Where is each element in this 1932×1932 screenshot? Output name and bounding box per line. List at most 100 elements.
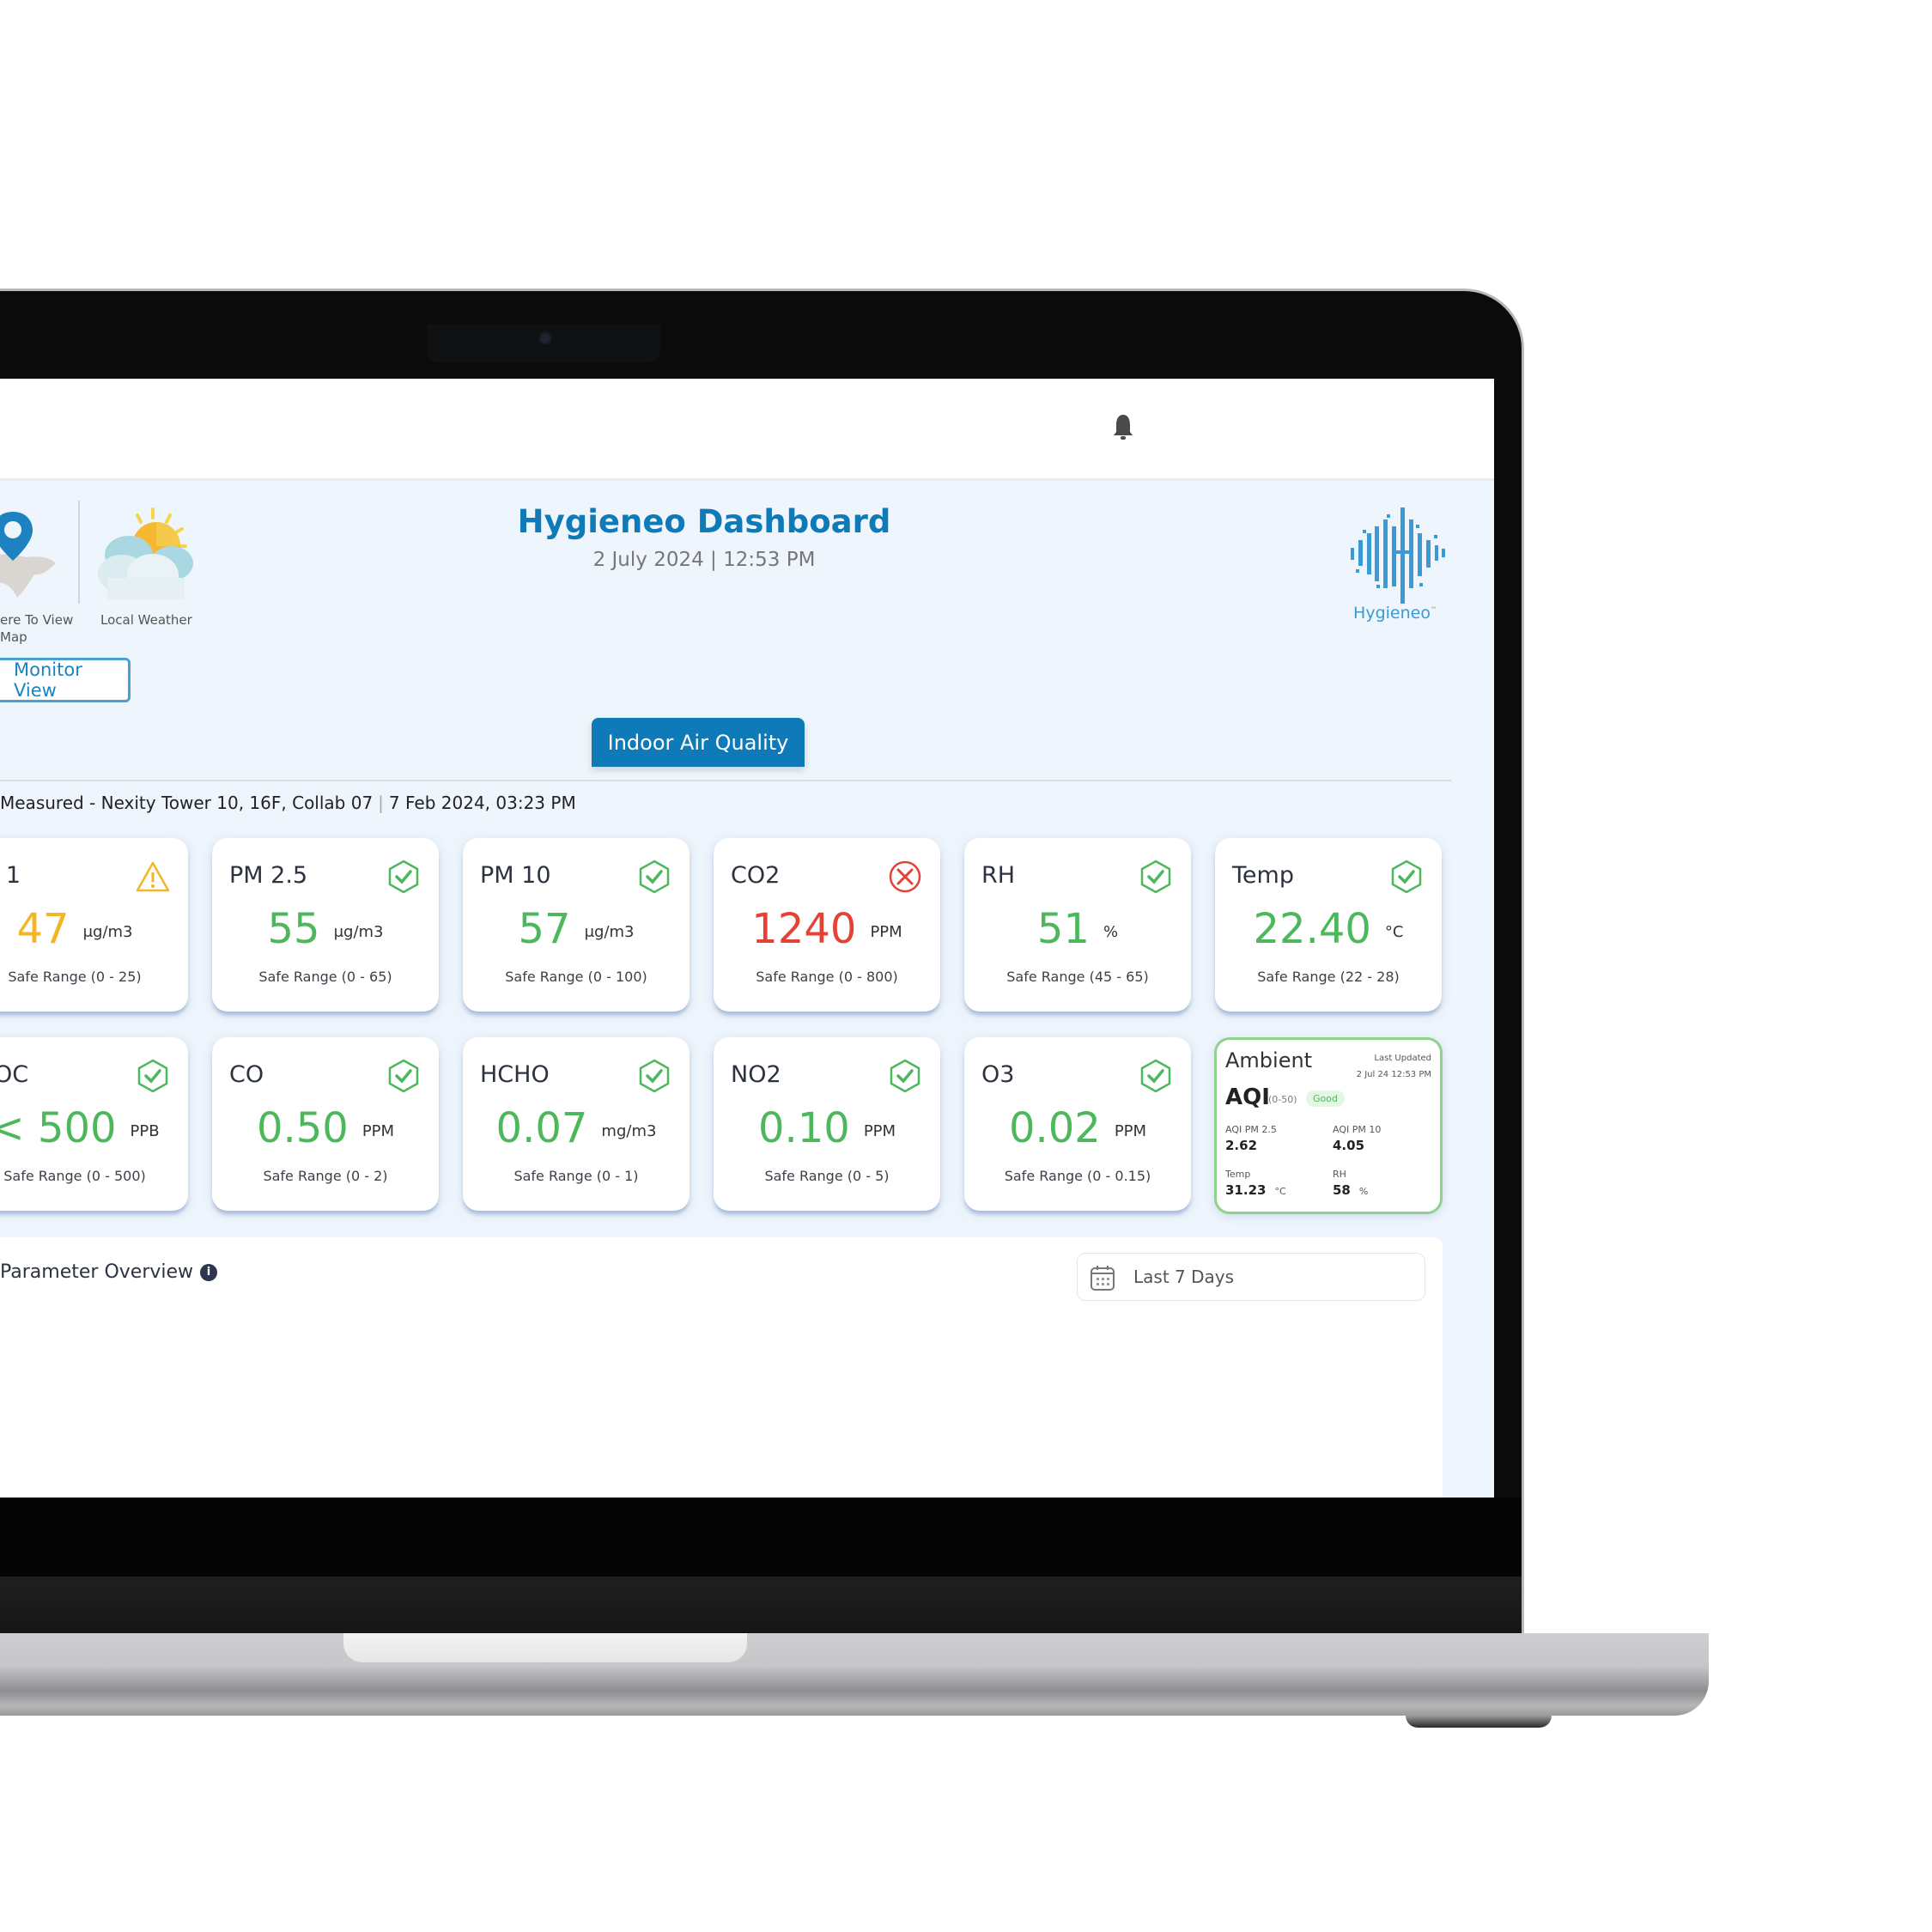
error-circle-icon <box>887 859 923 895</box>
check-shield-icon <box>636 859 672 895</box>
safe-range: Safe Range (0 - 65) <box>258 969 392 985</box>
metric-value: 0.02 PPM <box>1008 1104 1147 1152</box>
metric-unit: μg/m3 <box>333 922 384 941</box>
metric-card[interactable]: NO2 0.10 PPM Safe Range (0 - 5) <box>714 1037 940 1211</box>
metric-value: 22.40 °C <box>1253 905 1404 953</box>
date-range-selector[interactable]: Last 7 Days <box>1077 1253 1425 1301</box>
bell-icon[interactable] <box>1112 413 1134 442</box>
aqi-pm25-value: 2.62 <box>1225 1138 1258 1153</box>
safe-range: Safe Range (0 - 500) <box>3 1168 146 1184</box>
metric-name: CO <box>229 1061 264 1088</box>
metric-value: 47 μg/m3 <box>16 905 133 953</box>
metric-card[interactable]: Temp 22.40 °C Safe Range (22 - 28) <box>1215 838 1442 1012</box>
metric-unit: μg/m3 <box>584 922 635 941</box>
metric-value: < 500 PPB <box>0 1104 160 1152</box>
metric-unit: PPM <box>863 1121 896 1140</box>
info-icon[interactable]: i <box>200 1264 218 1281</box>
ambient-temp-label: Temp <box>1225 1169 1251 1180</box>
monitor-view-label: Monitor View <box>14 659 82 701</box>
metric-unit: % <box>1103 922 1119 941</box>
ambient-rh-value: 58% <box>1333 1182 1369 1198</box>
safe-range: Safe Range (0 - 0.15) <box>1004 1168 1151 1184</box>
monitor-view-button[interactable]: Monitor View <box>0 658 131 702</box>
date-range-value: Last 7 Days <box>1133 1267 1235 1287</box>
metric-unit: PPB <box>130 1121 160 1140</box>
weather-label[interactable]: Local Weather <box>100 612 192 628</box>
aqi-range: (0-50) <box>1268 1094 1297 1105</box>
safe-range: Safe Range (45 - 65) <box>1006 969 1149 985</box>
metric-unit: μg/m3 <box>82 922 133 941</box>
laptop-hinge <box>0 1577 1522 1633</box>
safe-range: Safe Range (0 - 1) <box>513 1168 639 1184</box>
metric-name: Temp <box>1232 862 1294 889</box>
metric-card[interactable]: O3 0.02 PPM Safe Range (0 - 0.15) <box>964 1037 1191 1211</box>
laptop-foot <box>1406 1716 1552 1728</box>
metric-name: VOC <box>0 1061 29 1088</box>
safe-range: Safe Range (0 - 5) <box>764 1168 890 1184</box>
warning-icon <box>135 859 171 895</box>
location-text: Measured - Nexity Tower 10, 16F, Collab … <box>0 793 374 813</box>
metric-unit: °C <box>1384 922 1404 941</box>
safe-range: Safe Range (0 - 100) <box>505 969 647 985</box>
metric-card[interactable]: VOC < 500PPB Safe Range (0 - 500) <box>0 1037 188 1211</box>
map-label[interactable]: ere To View <box>0 612 73 628</box>
screen: ere To View Map Local Weather Monitor Vi… <box>0 379 1494 1498</box>
metric-name: CO2 <box>731 862 781 889</box>
metric-unit: PPM <box>1114 1121 1147 1140</box>
check-shield-icon <box>1138 859 1174 895</box>
measured-timestamp: 7 Feb 2024, 03:23 PM <box>388 793 576 813</box>
metric-name: O3 <box>981 1061 1015 1088</box>
metric-card[interactable]: PM 2.5 55 μg/m3 Safe Range (0 - 65) <box>212 838 439 1012</box>
safe-range: Safe Range (0 - 2) <box>263 1168 388 1184</box>
aqi-pm10-value: 4.05 <box>1333 1138 1365 1153</box>
aqi-status-badge: Good <box>1306 1091 1345 1107</box>
safe-range: Safe Range (0 - 800) <box>756 969 898 985</box>
calendar-icon <box>1091 1266 1115 1291</box>
safe-range: Safe Range (0 - 25) <box>8 969 142 985</box>
location-line: Measured - Nexity Tower 10, 16F, Collab … <box>0 793 576 813</box>
metric-value: 57 μg/m3 <box>518 905 635 953</box>
laptop-base <box>0 1633 1709 1716</box>
metric-unit: mg/m3 <box>601 1121 657 1140</box>
tab-divider <box>0 780 1451 781</box>
aqi-pm10-label: AQI PM 10 <box>1333 1124 1382 1135</box>
metric-card[interactable]: PM 10 57 μg/m3 Safe Range (0 - 100) <box>463 838 690 1012</box>
check-shield-icon <box>887 1058 923 1094</box>
metric-value: 55 μg/m3 <box>267 905 384 953</box>
ambient-card[interactable]: Ambient Last Updated 2 Jul 24 12:53 PM A… <box>1214 1037 1443 1214</box>
metric-card[interactable]: CO 0.50 PPM Safe Range (0 - 2) <box>212 1037 439 1211</box>
check-shield-icon <box>636 1058 672 1094</box>
check-shield-icon <box>386 859 422 895</box>
aqi-label: AQI <box>1225 1084 1270 1110</box>
ambient-temp-value: 31.23 °C <box>1225 1182 1286 1198</box>
metric-card[interactable]: RH 51% Safe Range (45 - 65) <box>964 838 1191 1012</box>
metric-name: HCHO <box>480 1061 550 1088</box>
metric-card[interactable]: M 1 47μg/m3 Safe Range (0 - 25) <box>0 838 188 1012</box>
metric-name: M 1 <box>0 862 21 889</box>
ambient-title: Ambient <box>1225 1048 1313 1072</box>
tab-indoor-air-quality[interactable]: Indoor Air Quality <box>592 718 805 767</box>
camera-icon <box>538 331 552 345</box>
parameter-overview-title: Parameter Overview i <box>0 1261 218 1283</box>
metric-name: PM 2.5 <box>229 862 308 889</box>
hygieneo-logo-icon <box>1351 507 1445 604</box>
current-datetime: 2 July 2024 | 12:53 PM <box>592 549 816 571</box>
metric-name: PM 10 <box>480 862 551 889</box>
metric-name: RH <box>981 862 1016 889</box>
top-bar <box>0 379 1494 481</box>
check-shield-icon <box>386 1058 422 1094</box>
metric-name: NO2 <box>731 1061 781 1088</box>
metric-unit: PPM <box>870 922 902 941</box>
aqi-pm25-label: AQI PM 2.5 <box>1225 1124 1277 1135</box>
metric-value: 0.07 mg/m3 <box>495 1104 657 1152</box>
metric-card[interactable]: HCHO 0.07 mg/m3 Safe Range (0 - 1) <box>463 1037 690 1211</box>
ambient-rh-label: RH <box>1333 1169 1346 1180</box>
last-updated: Last Updated 2 Jul 24 12:53 PM <box>1356 1054 1431 1079</box>
metric-value: 51% <box>1036 905 1119 953</box>
check-shield-icon <box>1388 859 1425 895</box>
laptop-bezel-bottom <box>0 1498 1522 1577</box>
metric-value: 0.10 PPM <box>757 1104 896 1152</box>
map-label-2[interactable]: Map <box>0 629 27 645</box>
metric-card[interactable]: CO2 1240 PPM Safe Range (0 - 800) <box>714 838 940 1012</box>
metric-unit: PPM <box>361 1121 395 1140</box>
